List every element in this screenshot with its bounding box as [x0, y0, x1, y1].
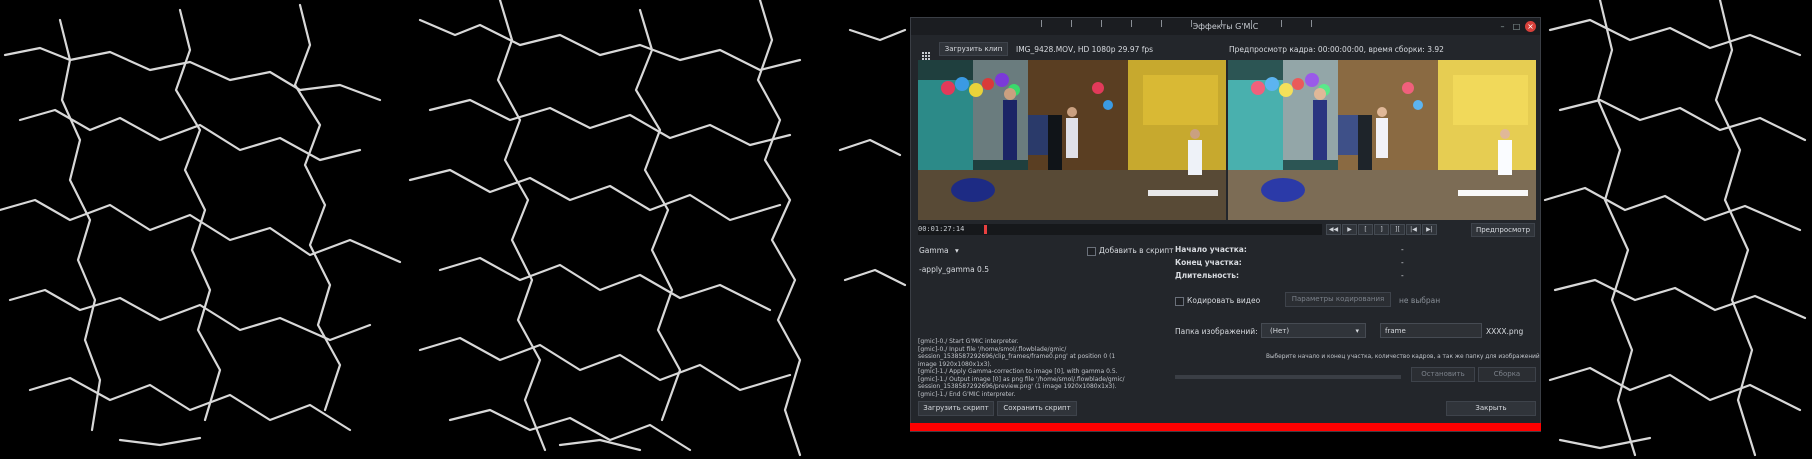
effect-selector[interactable]: Gamma ▾	[919, 246, 959, 255]
close-button[interactable]: Закрыть	[1446, 401, 1536, 416]
timeline-tick	[1101, 20, 1102, 27]
frames-folder-select[interactable]: (Нет) ▾	[1261, 323, 1366, 338]
load-script-button[interactable]: Загрузить скрипт	[918, 401, 994, 416]
timeline-tick	[1311, 20, 1312, 27]
log-line: session_1538587292696/clip_frames/frame0…	[918, 353, 1116, 360]
frame-suffix: XXXX.png	[1486, 327, 1524, 336]
log-line: [gmic]-0./ Input file '/home/smol/.flowb…	[918, 345, 1067, 353]
encode-status: не выбран	[1399, 296, 1441, 305]
render-progress-bar	[1175, 375, 1401, 379]
playhead-marker[interactable]	[984, 225, 987, 234]
timeline-tick	[1221, 20, 1222, 27]
timeline-tick	[1161, 20, 1162, 27]
frame-name-input[interactable]: frame	[1380, 323, 1482, 338]
minimize-icon[interactable]: –	[1497, 21, 1508, 32]
encode-video-label: Кодировать видео	[1187, 296, 1261, 305]
add-to-script-checkbox[interactable]: Добавить в скрипт	[1087, 246, 1174, 256]
range-start-value: -	[1401, 245, 1404, 254]
go-to-out-icon[interactable]: ▶|	[1422, 224, 1437, 235]
preview-button[interactable]: Предпросмотр	[1471, 223, 1535, 237]
script-editor[interactable]: -apply_gamma 0.5	[919, 265, 989, 274]
clip-info: IMG_9428.MOV, HD 1080p 29.97 fps	[1016, 45, 1154, 54]
menu-icon[interactable]	[922, 45, 930, 60]
save-script-button[interactable]: Сохранить скрипт	[997, 401, 1077, 416]
dialog-title: Эффекты G'MIC	[1192, 22, 1259, 31]
render-button[interactable]: Сборка	[1478, 367, 1536, 382]
prev-frame-icon[interactable]: ◀◀	[1326, 224, 1341, 235]
timeline-tick	[1071, 20, 1072, 27]
play-icon[interactable]: ▶	[1342, 224, 1357, 235]
timeline-tick	[1251, 20, 1252, 27]
go-to-in-icon[interactable]: |◀	[1406, 224, 1421, 235]
source-preview-image	[918, 60, 1226, 220]
stop-button[interactable]: Остановить	[1411, 367, 1475, 382]
encode-video-checkbox[interactable]: Кодировать видео	[1175, 296, 1260, 306]
gmic-log-output: [gmic]-0./ Start G'MIC interpreter. [gmi…	[918, 338, 1168, 400]
load-clip-button[interactable]: Загрузить клип	[939, 42, 1008, 56]
preview-info: Предпросмотр кадра: 00:00:00:00, время с…	[1229, 45, 1444, 54]
log-line: [gmic]-1./ Apply Gamma-correction to ima…	[918, 368, 1118, 375]
chevron-down-icon: ▾	[1355, 327, 1359, 335]
timecode-display: 00:01:27:14	[918, 225, 965, 233]
dialog-titlebar: Эффекты G'MIC – □ ×	[911, 18, 1540, 35]
checkbox-icon	[1087, 246, 1096, 256]
log-line: image 1920x1080x1x3).	[918, 360, 992, 368]
timeline-tick	[1131, 20, 1132, 27]
chevron-down-icon: ▾	[955, 246, 959, 255]
mark-out-icon[interactable]: ]	[1374, 224, 1389, 235]
maximize-icon[interactable]: □	[1511, 21, 1522, 32]
hint-text: Выберите начало и конец участка, количес…	[1266, 354, 1540, 360]
log-line: session_1538587292696/preview.png' (1 im…	[918, 383, 1117, 390]
frames-folder-value: (Нет)	[1270, 327, 1290, 335]
log-line: [gmic]-1./ Output image [0] as png file …	[918, 375, 1125, 383]
mark-in-icon[interactable]: [	[1358, 224, 1373, 235]
clear-marks-icon[interactable]: ][	[1390, 224, 1405, 235]
frames-folder-label: Папка изображений:	[1175, 327, 1258, 336]
range-end-label: Конец участка:	[1175, 258, 1242, 267]
timeline-tick	[1041, 20, 1042, 27]
add-to-script-label: Добавить в скрипт	[1099, 246, 1174, 255]
duration-label: Длительность:	[1175, 271, 1239, 280]
timeline-tick	[1191, 20, 1192, 27]
timeline-tick	[1281, 20, 1282, 27]
red-bar	[910, 423, 1541, 431]
duration-value: -	[1401, 271, 1404, 280]
close-icon[interactable]: ×	[1525, 21, 1536, 32]
effect-name: Gamma	[919, 246, 949, 255]
range-end-value: -	[1401, 258, 1404, 267]
gmic-effects-dialog: Эффекты G'MIC – □ × Загрузить клип IMG_9…	[910, 17, 1541, 432]
log-line: [gmic]-0./ Start G'MIC interpreter.	[918, 338, 1019, 345]
checkbox-icon	[1175, 296, 1184, 306]
range-start-label: Начало участка:	[1175, 245, 1247, 254]
encode-params-button[interactable]: Параметры кодирования	[1285, 292, 1391, 307]
log-line: [gmic]-1./ End G'MIC interpreter.	[918, 390, 1016, 398]
processed-preview-image	[1228, 60, 1536, 220]
clip-timeline-scrubber[interactable]	[918, 224, 1322, 235]
